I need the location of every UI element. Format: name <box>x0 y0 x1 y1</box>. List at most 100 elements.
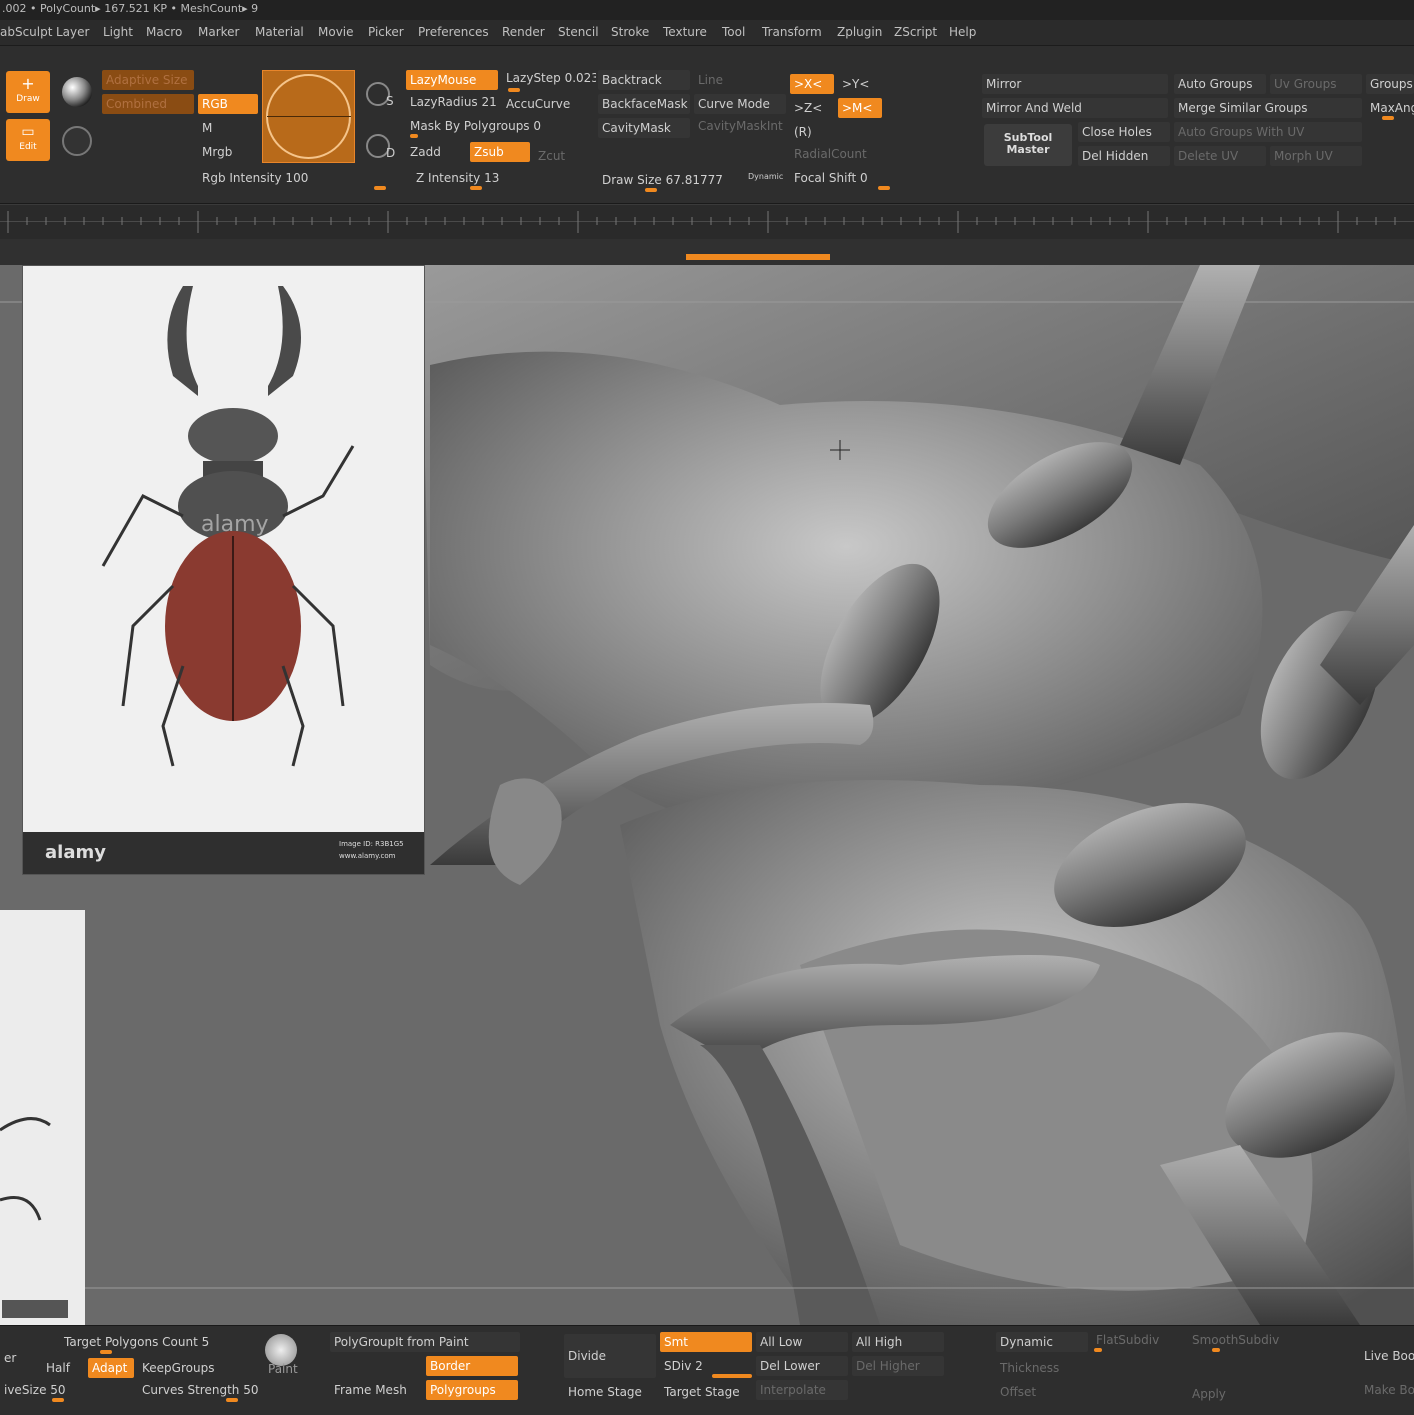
accucurve-toggle[interactable]: AccuCurve <box>502 94 596 114</box>
maxang-knob[interactable] <box>1382 116 1394 120</box>
dynamic-subdiv-toggle[interactable]: Dynamic <box>996 1332 1088 1352</box>
zadd-toggle[interactable]: Zadd <box>406 142 466 162</box>
material-sphere-icon[interactable] <box>62 77 92 107</box>
dynamic-toggle[interactable]: Dynamic <box>748 172 783 181</box>
auto-groups-with-uv-button[interactable]: Auto Groups With UV <box>1174 122 1362 142</box>
lazymouse-toggle[interactable]: LazyMouse <box>406 70 498 90</box>
draw-size-slider[interactable]: Draw Size 67.81777 <box>598 170 738 190</box>
curves-strength-slider[interactable]: Curves Strength 50 <box>138 1380 298 1400</box>
menu-alphasculpt[interactable]: abSculpt <box>0 25 52 39</box>
frame-mesh-button[interactable]: Frame Mesh <box>330 1380 422 1400</box>
mask-polygroups-knob[interactable] <box>410 134 418 138</box>
del-lower-button[interactable]: Del Lower <box>756 1356 848 1376</box>
menu-picker[interactable]: Picker <box>368 25 404 39</box>
border-toggle[interactable]: Border <box>426 1356 518 1376</box>
menu-layer[interactable]: Layer <box>56 25 89 39</box>
interpolate-button[interactable]: Interpolate <box>756 1380 848 1400</box>
y-symmetry-toggle[interactable]: >Y< <box>838 74 882 94</box>
sdiv-knob[interactable] <box>712 1374 752 1378</box>
half-toggle[interactable]: Half <box>42 1358 86 1378</box>
radialcount-slider[interactable]: RadialCount <box>790 144 920 164</box>
zcut-toggle[interactable]: Zcut <box>534 146 584 166</box>
texture-icon[interactable] <box>62 126 92 156</box>
uv-groups-button[interactable]: Uv Groups <box>1270 74 1362 94</box>
x-symmetry-toggle[interactable]: >X< <box>790 74 834 94</box>
menu-render[interactable]: Render <box>502 25 545 39</box>
lazyradius-slider[interactable]: LazyRadius 21 <box>406 92 498 112</box>
menu-tool[interactable]: Tool <box>722 25 745 39</box>
lazystep-knob[interactable] <box>508 88 520 92</box>
rgb-toggle[interactable]: RGB <box>198 94 258 114</box>
timeline-ruler[interactable] <box>0 205 1414 239</box>
edit-mode-button[interactable]: ▭ Edit <box>6 119 50 161</box>
draw-size-knob[interactable] <box>645 188 657 192</box>
mrgb-toggle[interactable]: Mrgb <box>198 142 258 162</box>
canvas-viewport[interactable]: alamy alamy Image ID: R3B1G5 www.alamy.c… <box>0 265 1414 1325</box>
all-low-button[interactable]: All Low <box>756 1332 848 1352</box>
combined-button[interactable]: Combined <box>102 94 194 114</box>
menu-stencil[interactable]: Stencil <box>558 25 599 39</box>
menu-help[interactable]: Help <box>949 25 976 39</box>
target-polygons-knob[interactable] <box>100 1350 112 1354</box>
smoothsubdiv-slider[interactable]: SmoothSubdiv <box>1188 1330 1280 1350</box>
menu-stroke[interactable]: Stroke <box>611 25 649 39</box>
curves-size-slider[interactable]: iveSize 50 <box>0 1380 120 1400</box>
mirror-button[interactable]: Mirror <box>982 74 1168 94</box>
focal-shift-slider[interactable]: Focal Shift 0 <box>790 168 970 188</box>
m-toggle[interactable]: M <box>198 118 258 138</box>
menu-movie[interactable]: Movie <box>318 25 354 39</box>
cavitymask-toggle[interactable]: CavityMask <box>598 118 690 138</box>
draw-mode-button[interactable]: + Draw <box>6 71 50 113</box>
timeline-indicator[interactable] <box>686 254 830 260</box>
menu-light[interactable]: Light <box>103 25 133 39</box>
delete-uv-button[interactable]: Delete UV <box>1174 146 1266 166</box>
target-polygons-slider[interactable]: Target Polygons Count 5 <box>60 1332 250 1352</box>
curves-size-knob[interactable] <box>52 1398 64 1402</box>
smoothsubdiv-knob[interactable] <box>1212 1348 1220 1352</box>
rgb-intensity-slider[interactable]: Rgb Intensity 100 <box>198 168 388 188</box>
merge-similar-groups-button[interactable]: Merge Similar Groups <box>1174 98 1362 118</box>
divide-button[interactable]: Divide <box>564 1334 656 1378</box>
polygroups-toggle[interactable]: Polygroups <box>426 1380 518 1400</box>
close-holes-button[interactable]: Close Holes <box>1078 122 1170 142</box>
make-boolean-button[interactable]: Make Bo <box>1360 1380 1414 1400</box>
groups-button[interactable]: Groups <box>1366 74 1414 94</box>
backfacemask-toggle[interactable]: BackfaceMask <box>598 94 690 114</box>
all-high-button[interactable]: All High <box>852 1332 944 1352</box>
lazystep-slider[interactable]: LazyStep 0.0230 <box>502 68 596 88</box>
live-boolean-toggle[interactable]: Live Bool <box>1360 1346 1414 1366</box>
menu-macro[interactable]: Macro <box>146 25 182 39</box>
flatsubdiv-slider[interactable]: FlatSubdiv <box>1092 1330 1184 1350</box>
morph-uv-button[interactable]: Morph UV <box>1270 146 1362 166</box>
z-intensity-knob[interactable] <box>470 186 482 190</box>
radial-toggle[interactable]: (R) <box>790 122 834 142</box>
mask-by-polygroups-slider[interactable]: Mask By Polygroups 0 <box>406 116 594 136</box>
target-stage-button[interactable]: Target Stage <box>660 1382 752 1402</box>
menu-transform[interactable]: Transform <box>762 25 822 39</box>
z-symmetry-toggle[interactable]: >Z< <box>790 98 834 118</box>
line-toggle[interactable]: Line <box>694 70 786 90</box>
reference-image-panel[interactable]: alamy alamy Image ID: R3B1G5 www.alamy.c… <box>22 265 425 875</box>
rgb-intensity-knob[interactable] <box>374 186 386 190</box>
menu-material[interactable]: Material <box>255 25 304 39</box>
curves-strength-knob[interactable] <box>226 1398 238 1402</box>
menu-marker[interactable]: Marker <box>198 25 239 39</box>
curve-mode-toggle[interactable]: Curve Mode <box>694 94 786 114</box>
backtrack-toggle[interactable]: Backtrack <box>598 70 690 90</box>
menu-preferences[interactable]: Preferences <box>418 25 489 39</box>
menu-zscript[interactable]: ZScript <box>894 25 937 39</box>
polygroupit-button[interactable]: PolyGroupIt from Paint <box>330 1332 520 1352</box>
offset-slider[interactable]: Offset <box>996 1382 1136 1402</box>
menu-texture[interactable]: Texture <box>663 25 707 39</box>
keepgroups-toggle[interactable]: KeepGroups <box>138 1358 230 1378</box>
mirror-and-weld-button[interactable]: Mirror And Weld <box>982 98 1168 118</box>
m-symmetry-toggle[interactable]: >M< <box>838 98 882 118</box>
adaptive-size-button[interactable]: Adaptive Size <box>102 70 194 90</box>
del-higher-button[interactable]: Del Higher <box>852 1356 944 1376</box>
smt-toggle[interactable]: Smt <box>660 1332 752 1352</box>
z-intensity-slider[interactable]: Z Intensity 13 <box>412 168 592 188</box>
maxang-slider[interactable]: MaxAng <box>1366 98 1414 118</box>
subtool-master-button[interactable]: SubTool Master <box>984 124 1072 166</box>
brush-preview[interactable] <box>262 70 355 163</box>
focal-shift-knob[interactable] <box>878 186 890 190</box>
